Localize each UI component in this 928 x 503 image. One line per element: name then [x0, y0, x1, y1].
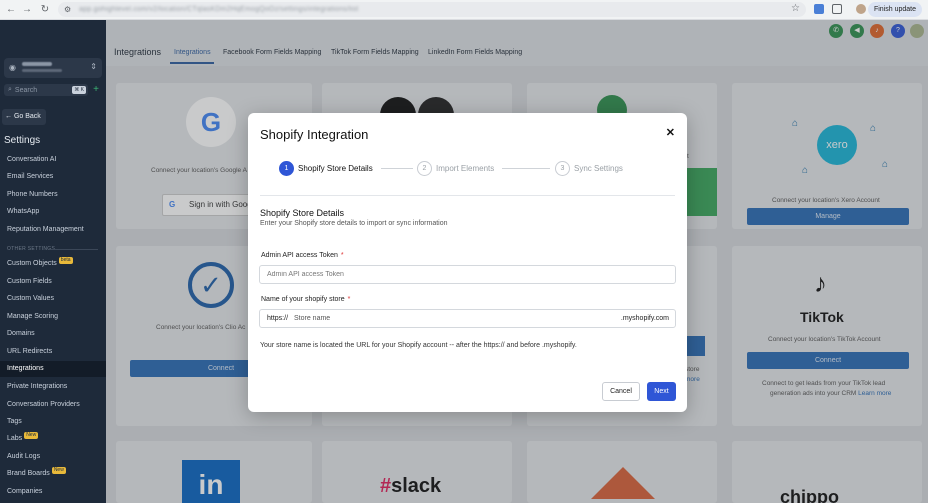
sidebar-item-conversation-ai[interactable]: Conversation AI [0, 152, 106, 168]
divider-line [50, 249, 98, 250]
sidebar-search[interactable]: ⌕ Search ⌘ K [4, 84, 88, 96]
browser-toolbar: ← → ↻ ⚙ app.gohighlevel.com/v2/location/… [0, 0, 928, 20]
sidebar-item-url-redirects[interactable]: URL Redirects [0, 344, 106, 360]
sidebar-item-audit-logs[interactable]: Audit Logs [0, 449, 106, 465]
beta-badge: beta [58, 257, 73, 264]
sidebar-item-whatsapp[interactable]: WhatsApp [0, 204, 106, 220]
sidebar-item-tags[interactable]: Tags [0, 414, 106, 430]
reload-icon[interactable]: ↻ [38, 4, 52, 15]
step-connector [502, 168, 550, 169]
step-1-label: Shopify Store Details [298, 164, 373, 173]
sidebar: ◉ ⇕ ⌕ Search ⌘ K + ← Go Back Settings Co… [0, 20, 106, 503]
section-subtitle: Enter your Shopify store details to impo… [260, 220, 448, 227]
next-button[interactable]: Next [647, 382, 676, 401]
sidebar-item-brand-boards[interactable]: Brand Boards New [0, 466, 106, 482]
location-address-blurred [22, 69, 62, 72]
new-badge: New [24, 432, 39, 439]
step-connector [381, 168, 413, 169]
shopify-integration-modal: Shopify Integration ✕ 1 Shopify Store De… [248, 113, 687, 412]
settings-heading: Settings [4, 135, 41, 146]
chevron-updown-icon: ⇕ [90, 62, 97, 71]
quick-add-icon[interactable]: + [91, 84, 101, 96]
step-3-label: Sync Settings [574, 164, 623, 173]
location-name-blurred [22, 62, 52, 66]
profile-avatar-icon[interactable] [856, 4, 866, 14]
extension-icon[interactable] [814, 4, 824, 14]
sidebar-item-domains[interactable]: Domains [0, 326, 106, 342]
modal-title: Shopify Integration [260, 127, 369, 142]
token-label: Admin API access Token * [261, 252, 344, 259]
store-url-suffix: .myshopify.com [620, 315, 669, 322]
store-name-field[interactable]: https:// .myshopify.com [259, 309, 676, 328]
step-2-indicator: 2 [417, 161, 432, 176]
sidebar-item-manage-scoring[interactable]: Manage Scoring [0, 309, 106, 325]
store-name-help-text: Your store name is located the URL for y… [260, 342, 577, 349]
step-1-indicator: 1 [279, 161, 294, 176]
search-placeholder: Search [14, 86, 38, 94]
required-mark: * [340, 252, 344, 259]
site-info-icon[interactable]: ⚙ [64, 5, 71, 14]
forward-arrow-icon[interactable]: → [20, 4, 34, 15]
url-text: app.gohighlevel.com/v2/location/CTqlasKD… [79, 6, 359, 13]
modal-divider [260, 195, 675, 196]
section-title: Shopify Store Details [260, 208, 345, 218]
sidebar-item-private-integrations[interactable]: Private Integrations [0, 379, 106, 395]
sidebar-item-conversation-providers[interactable]: Conversation Providers [0, 397, 106, 413]
sidebar-item-labs[interactable]: Labs New [0, 431, 106, 447]
cancel-button[interactable]: Cancel [602, 382, 640, 401]
step-3-indicator: 3 [555, 161, 570, 176]
admin-api-token-input[interactable] [259, 265, 676, 284]
store-url-prefix: https:// [267, 315, 289, 322]
sidebar-item-companies[interactable]: Companies [0, 484, 106, 500]
sidebar-item-integrations[interactable]: Integrations [0, 361, 106, 377]
sidebar-item-reputation-management[interactable]: Reputation Management [0, 222, 106, 238]
arrow-left-icon: ← [5, 113, 12, 120]
store-name-input[interactable] [294, 311, 604, 326]
sidebar-item-phone-numbers[interactable]: Phone Numbers [0, 187, 106, 203]
store-name-label: Name of your shopify store * [261, 296, 351, 303]
close-icon[interactable]: ✕ [666, 126, 675, 139]
other-settings-divider-label: OTHER SETTINGS [7, 246, 56, 252]
location-pin-icon: ◉ [9, 63, 16, 72]
new-badge: New [51, 467, 66, 474]
location-switcher[interactable]: ◉ ⇕ [4, 58, 102, 78]
sidebar-item-custom-fields[interactable]: Custom Fields [0, 274, 106, 290]
sidebar-item-email-services[interactable]: Email Services [0, 169, 106, 185]
back-arrow-icon[interactable]: ← [4, 4, 18, 15]
search-icon: ⌕ [8, 86, 12, 93]
required-mark: * [347, 296, 351, 303]
go-back-button[interactable]: ← Go Back [2, 109, 46, 125]
sidebar-item-custom-objects[interactable]: Custom Objects beta [0, 256, 106, 272]
search-shortcut: ⌘ K [72, 86, 86, 94]
bookmark-star-icon[interactable]: ☆ [791, 3, 800, 14]
sidebar-item-custom-values[interactable]: Custom Values [0, 291, 106, 307]
finish-update-button[interactable]: Finish update [867, 2, 922, 17]
address-bar[interactable]: ⚙ app.gohighlevel.com/v2/location/CTqlas… [58, 2, 806, 17]
step-2-label: Import Elements [436, 164, 495, 173]
puzzle-icon[interactable] [832, 4, 842, 14]
